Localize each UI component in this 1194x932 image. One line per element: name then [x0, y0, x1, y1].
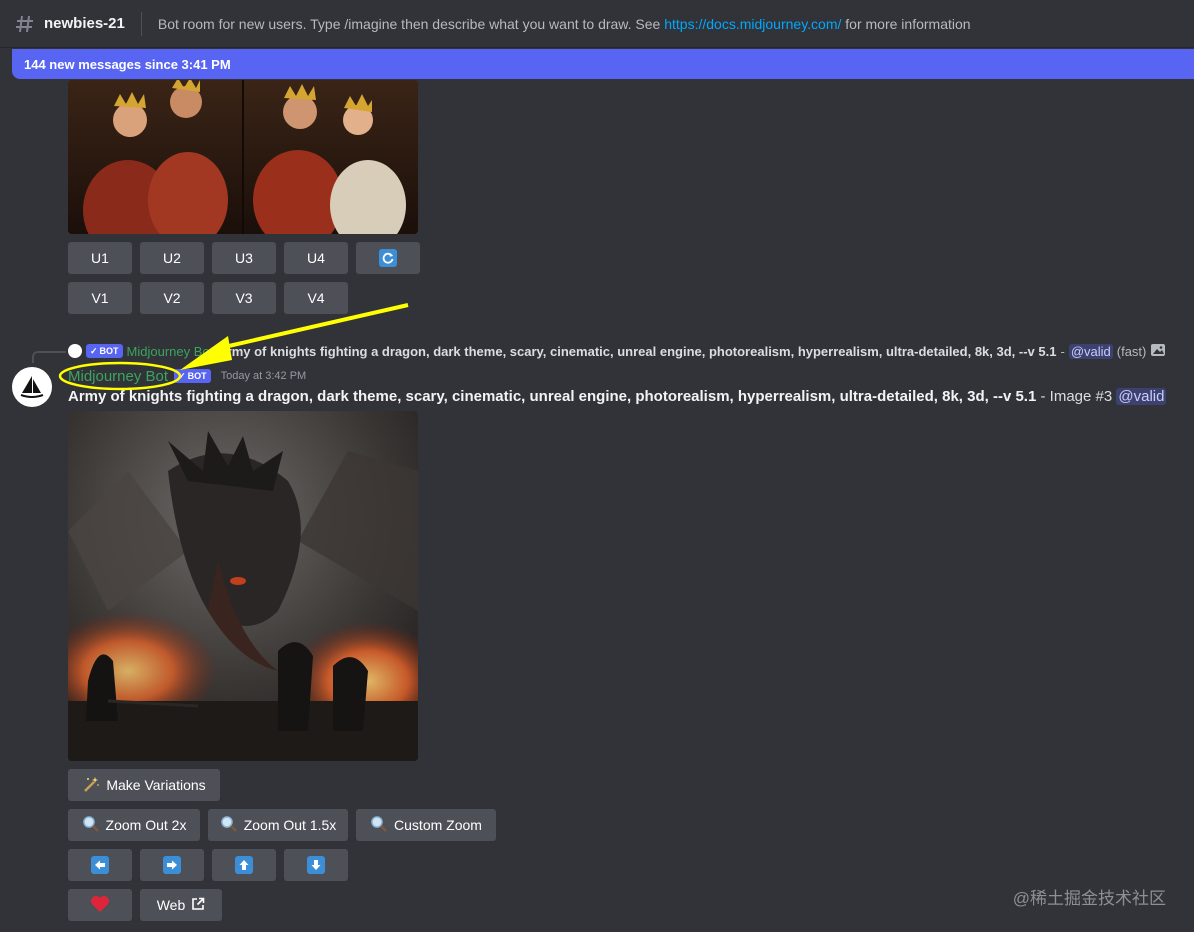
reply-dash: -: [1060, 343, 1065, 359]
variation-button-v1[interactable]: V1: [68, 282, 132, 314]
zoom-out-1-5x-button[interactable]: Zoom Out 1.5x: [208, 809, 348, 841]
v4-label: V4: [307, 290, 325, 306]
new-messages-banner[interactable]: 144 new messages since 3:41 PM: [12, 49, 1194, 79]
refresh-icon: [379, 249, 397, 267]
reply-mode: (fast): [1116, 343, 1147, 359]
image-attachment-icon: [1150, 342, 1166, 361]
channel-header: newbies-21 Bot room for new users. Type …: [0, 0, 1194, 48]
v2-label: V2: [163, 290, 181, 306]
magic-wand-icon: [82, 775, 100, 796]
hashtag-icon: [14, 13, 36, 35]
u1-label: U1: [91, 250, 109, 266]
reply-connector: [32, 351, 66, 363]
u4-label: U4: [307, 250, 325, 266]
magnifier-icon: [82, 815, 100, 836]
zoom-out-1-5x-label: Zoom Out 1.5x: [243, 817, 337, 833]
zoom-out-2x-label: Zoom Out 2x: [105, 817, 187, 833]
magnifier-icon: [370, 815, 388, 836]
custom-zoom-button[interactable]: Custom Zoom: [356, 809, 496, 841]
upscale-button-u4[interactable]: U4: [284, 242, 348, 274]
pan-up-button[interactable]: [212, 849, 276, 881]
pan-left-button[interactable]: [68, 849, 132, 881]
reply-badge-label: BOT: [99, 346, 119, 356]
upscale-button-u2[interactable]: U2: [140, 242, 204, 274]
v3-label: V3: [235, 290, 253, 306]
magnifier-icon: [220, 815, 238, 836]
v1-label: V1: [91, 290, 109, 306]
previous-generated-image[interactable]: [68, 80, 418, 234]
topic-text: Bot room for new users. Type /imagine th…: [157, 15, 665, 32]
heart-icon: [90, 895, 110, 916]
sailboat-icon: [20, 376, 44, 398]
docs-link[interactable]: https://docs.midjourney.com/: [664, 16, 841, 32]
topic-suffix: for more information: [841, 15, 971, 32]
message-prompt: Army of knights fighting a dragon, dark …: [68, 388, 1037, 405]
pan-down-button[interactable]: [284, 849, 348, 881]
favorite-button[interactable]: [68, 889, 132, 921]
variation-button-v3[interactable]: V3: [212, 282, 276, 314]
message-header: Midjourney Bot ✓ BOT Today at 3:42 PM: [68, 366, 306, 386]
custom-zoom-label: Custom Zoom: [394, 817, 482, 833]
make-variations-label: Make Variations: [106, 777, 206, 793]
generated-dragon-image[interactable]: [68, 411, 418, 761]
reply-username[interactable]: Midjourney Bot: [127, 344, 214, 359]
new-messages-text: 144 new messages since 3:41 PM: [24, 56, 231, 72]
reply-avatar: [68, 344, 82, 358]
bot-badge-label: BOT: [187, 371, 207, 381]
image-number: - Image #3: [1036, 388, 1117, 405]
reroll-button[interactable]: [356, 242, 420, 274]
web-label: Web: [156, 897, 186, 913]
upscale-button-u1[interactable]: U1: [68, 242, 132, 274]
reply-mention[interactable]: @valid: [1068, 343, 1113, 359]
variation-button-v2[interactable]: V2: [140, 282, 204, 314]
reply-prompt-text: Army of knights fighting a dragon, dark …: [217, 343, 1057, 359]
reply-reference[interactable]: ✓ BOT Midjourney Bot Army of knights fig…: [68, 342, 1166, 360]
arrow-left-icon: [91, 856, 109, 874]
bot-badge: ✓ BOT: [174, 369, 211, 383]
channel-topic: Bot room for new users. Type /imagine th…: [158, 16, 971, 32]
variation-button-v4[interactable]: V4: [284, 282, 348, 314]
arrow-up-icon: [235, 856, 253, 874]
midjourney-bot-avatar[interactable]: [12, 367, 52, 407]
reply-bot-badge: ✓ BOT: [86, 344, 123, 358]
message-content: Army of knights fighting a dragon, dark …: [68, 388, 1167, 408]
u2-label: U2: [163, 250, 181, 266]
pan-right-button[interactable]: [140, 849, 204, 881]
arrow-down-icon: [307, 856, 325, 874]
message-timestamp: Today at 3:42 PM: [220, 370, 307, 382]
header-divider: [140, 11, 142, 36]
u3-label: U3: [235, 250, 253, 266]
zoom-out-2x-button[interactable]: Zoom Out 2x: [68, 809, 200, 841]
web-button[interactable]: Web: [140, 889, 222, 921]
arrow-right-icon: [163, 856, 181, 874]
upscale-button-u3[interactable]: U3: [212, 242, 276, 274]
message-mention[interactable]: @valid: [1116, 388, 1167, 405]
make-variations-button[interactable]: Make Variations: [68, 769, 220, 801]
external-link-icon: [191, 897, 205, 914]
message-username[interactable]: Midjourney Bot: [68, 368, 168, 385]
channel-name[interactable]: newbies-21: [44, 15, 125, 32]
watermark: @稀土掘金技术社区: [1012, 889, 1166, 908]
